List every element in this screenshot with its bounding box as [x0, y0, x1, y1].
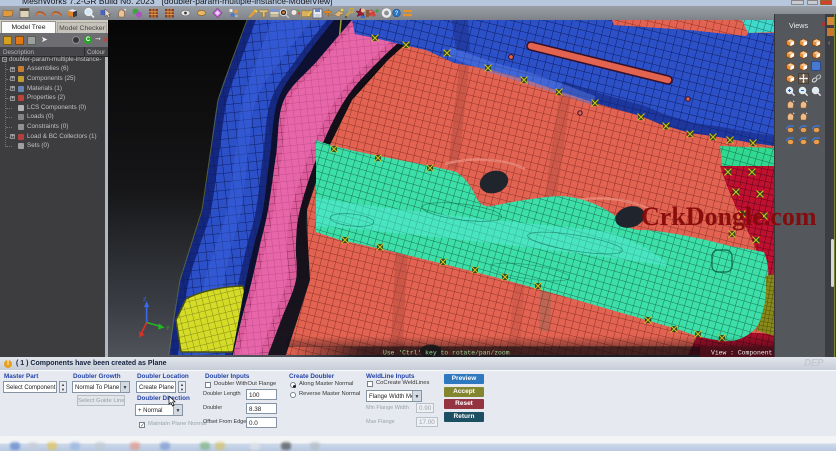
svg-text:Use 'Ctrl' key to rotate/pan/z: Use 'Ctrl' key to rotate/pan/zoom — [383, 350, 510, 357]
svg-text:Y: Y — [166, 326, 170, 332]
svg-text:View : Component: View : Component — [711, 350, 773, 357]
